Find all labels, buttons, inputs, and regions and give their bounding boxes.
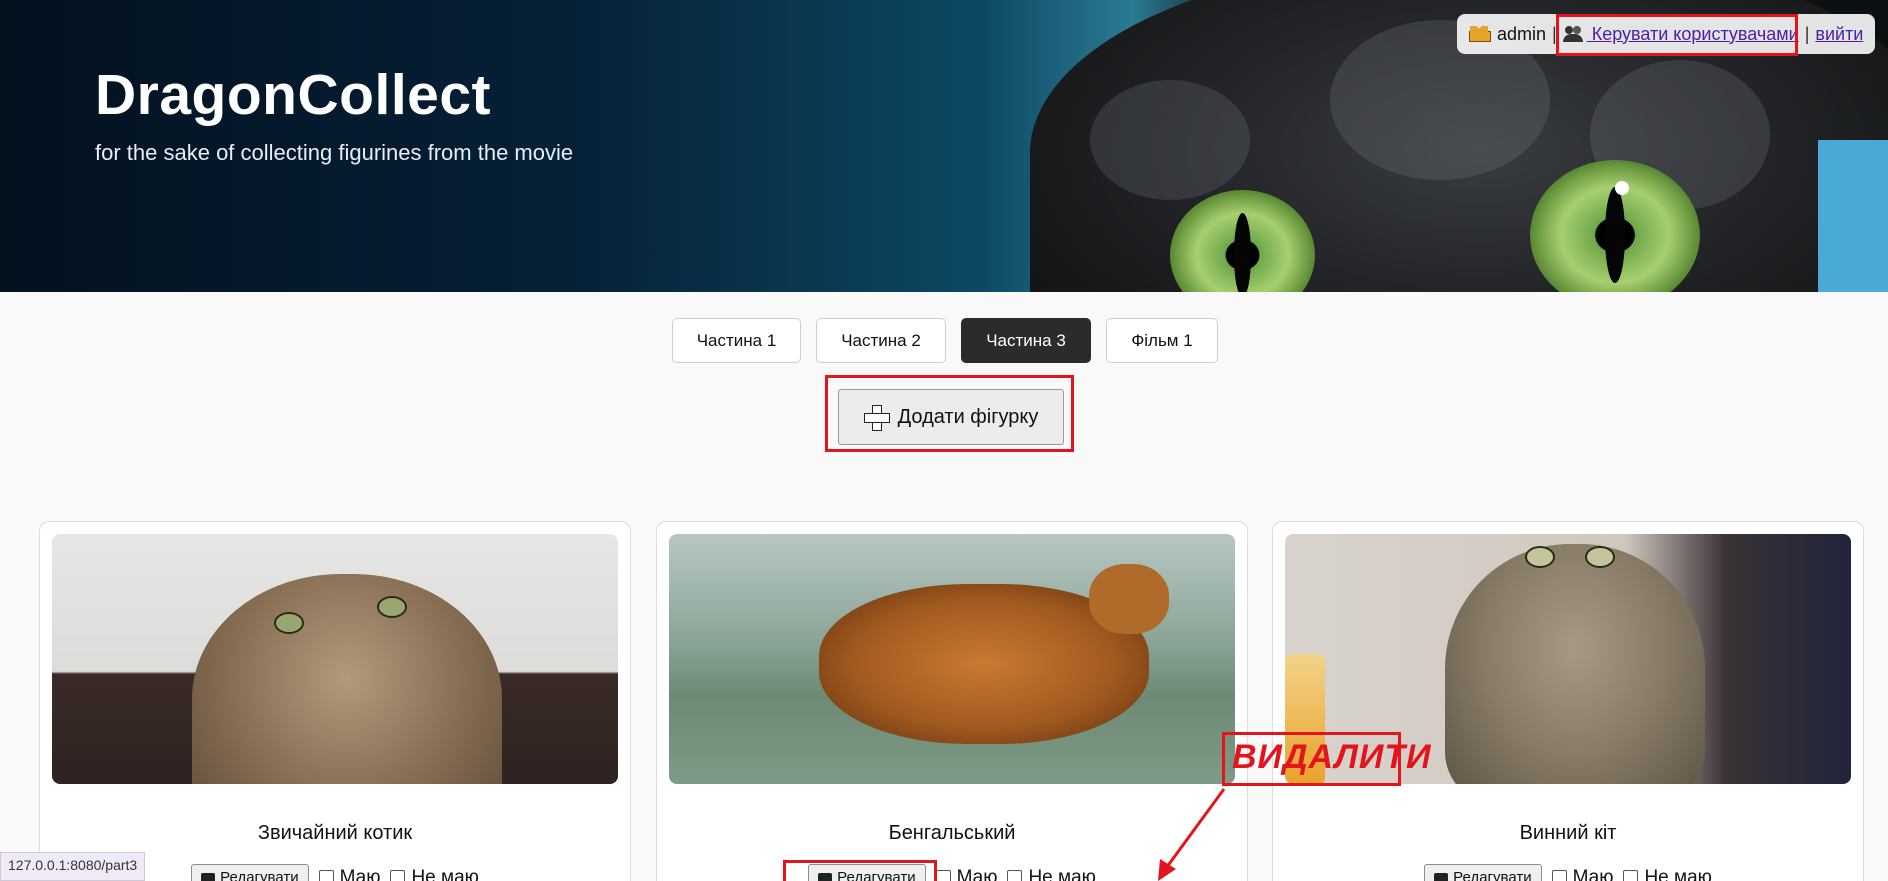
crown-icon [1469,26,1491,42]
separator: | [1804,23,1810,44]
site-brand[interactable]: DragonCollect [95,62,491,128]
have-checkbox[interactable]: Маю [1551,867,1613,881]
part-tabs: Частина 1 Частина 2 Частина 3 Фільм 1 [672,318,1218,363]
figurine-controls: Редагувати Маю Не маю [1273,864,1863,881]
tab-part-3[interactable]: Частина 3 [961,318,1091,363]
not-have-checkbox[interactable]: Не маю [390,867,479,881]
figurine-card: Винний кіт Редагувати Маю Не маю [1272,521,1864,881]
status-bar-url: 127.0.0.1:8080/part3 [0,852,146,881]
highlight-box [825,375,1074,452]
highlight-box [783,860,937,881]
have-checkbox[interactable]: Маю [318,867,380,881]
tab-film-1[interactable]: Фільм 1 [1106,318,1218,363]
not-have-checkbox[interactable]: Не маю [1007,867,1096,881]
annotation-arrow-icon [1158,788,1226,881]
edit-icon [201,872,216,881]
dragon-eye-left [1170,190,1315,292]
edit-button[interactable]: Редагувати [1424,864,1542,881]
figurine-photo [52,534,618,784]
site-tagline: for the sake of collecting figurines fro… [95,140,574,165]
figurine-name: Винний кіт [1519,822,1617,844]
tab-part-2[interactable]: Частина 2 [816,318,946,363]
username: admin [1497,23,1547,44]
highlight-box [1556,14,1798,56]
figurine-name: Звичайний котик [257,822,413,844]
have-checkbox[interactable]: Маю [935,867,997,881]
not-have-checkbox[interactable]: Не маю [1623,867,1712,881]
edit-button[interactable]: Редагувати [191,864,309,881]
figurine-photo [669,534,1235,784]
figurine-card: Звичайний котик Редагувати Маю Не маю [39,521,631,881]
logout-link[interactable]: вийти [1815,24,1863,45]
annotation-text: ВИДАЛИТИ [1232,738,1432,776]
tab-part-1[interactable]: Частина 1 [672,318,801,363]
edit-icon [1434,872,1449,881]
